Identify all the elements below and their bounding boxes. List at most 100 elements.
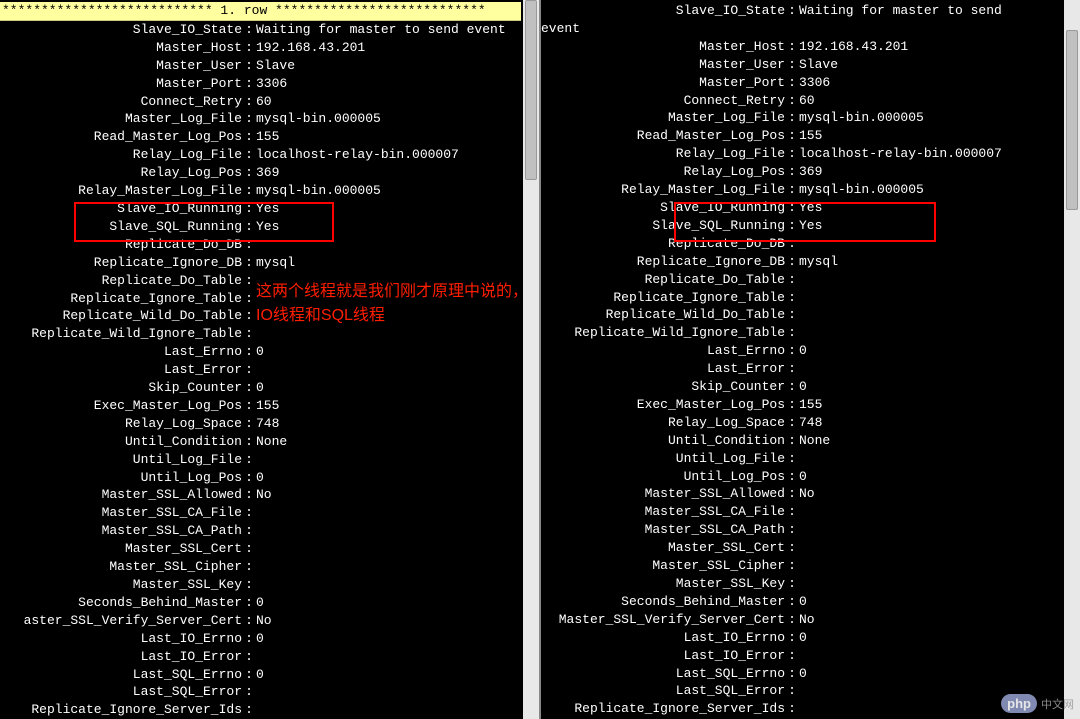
field-label: Replicate_Do_DB xyxy=(541,235,785,253)
field-label: Skip_Counter xyxy=(0,379,242,397)
field-value: mysql-bin.000005 xyxy=(256,182,521,200)
field-value: 369 xyxy=(799,163,1062,181)
status-line: Relay_Log_Pos:369 xyxy=(541,163,1062,181)
status-line: Until_Condition:None xyxy=(541,432,1062,450)
field-label: Slave_SQL_Running xyxy=(0,218,242,236)
field-value: 155 xyxy=(799,396,1062,414)
field-value: mysql xyxy=(799,253,1062,271)
field-value: 155 xyxy=(256,128,521,146)
field-value xyxy=(799,271,1062,289)
status-line: Replicate_Ignore_Table: xyxy=(541,289,1062,307)
status-line: Seconds_Behind_Master:0 xyxy=(541,593,1062,611)
field-label: Replicate_Ignore_DB xyxy=(541,253,785,271)
status-line: Until_Log_Pos:0 xyxy=(541,468,1062,486)
field-value xyxy=(799,450,1062,468)
field-label: Until_Condition xyxy=(0,433,242,451)
field-label: Master_SSL_Key xyxy=(0,576,242,594)
field-label: Master_SSL_Cipher xyxy=(0,558,242,576)
field-value xyxy=(256,504,521,522)
field-label: Master_Log_File xyxy=(541,109,785,127)
field-label: Last_SQL_Error xyxy=(0,683,242,701)
field-label: Last_Error xyxy=(541,360,785,378)
field-value xyxy=(799,360,1062,378)
field-label: Slave_IO_Running xyxy=(541,199,785,217)
field-value xyxy=(256,540,521,558)
field-label: Until_Log_File xyxy=(0,451,242,469)
field-label: Read_Master_Log_Pos xyxy=(541,127,785,145)
field-value: 0 xyxy=(256,343,521,361)
field-label: Relay_Master_Log_File xyxy=(0,182,242,200)
field-label: Replicate_Ignore_Table xyxy=(0,290,242,308)
status-line: Relay_Log_Space:748 xyxy=(0,415,521,433)
status-line: aster_SSL_Verify_Server_Cert:No xyxy=(0,612,521,630)
status-line: Read_Master_Log_Pos:155 xyxy=(541,127,1062,145)
field-value xyxy=(799,289,1062,307)
field-label: Slave_IO_State xyxy=(0,21,242,39)
field-label: Master_SSL_Cert xyxy=(541,539,785,557)
status-line: Exec_Master_Log_Pos:155 xyxy=(541,396,1062,414)
field-label: Master_SSL_Allowed xyxy=(541,485,785,503)
field-value: 192.168.43.201 xyxy=(799,38,1062,56)
field-value: 0 xyxy=(256,594,521,612)
field-label: Exec_Master_Log_Pos xyxy=(0,397,242,415)
status-line: Master_SSL_Key: xyxy=(541,575,1062,593)
status-line: Last_SQL_Errno:0 xyxy=(0,666,521,684)
field-label: Relay_Log_Space xyxy=(541,414,785,432)
field-value: mysql-bin.000005 xyxy=(256,110,521,128)
field-label: Master_Host xyxy=(0,39,242,57)
field-label: Relay_Log_File xyxy=(0,146,242,164)
php-badge-icon: php xyxy=(1001,694,1037,713)
field-value: 748 xyxy=(256,415,521,433)
left-terminal-pane: *************************** 1. row *****… xyxy=(0,0,541,719)
field-label: Last_SQL_Errno xyxy=(0,666,242,684)
status-line: Slave_IO_State:Waiting for master to sen… xyxy=(541,2,1062,20)
field-value: 0 xyxy=(799,593,1062,611)
field-label: Replicate_Wild_Do_Table xyxy=(0,307,242,325)
field-label: Last_SQL_Error xyxy=(541,682,785,700)
field-label: Master_SSL_Allowed xyxy=(0,486,242,504)
status-line: Master_Log_File:mysql-bin.000005 xyxy=(541,109,1062,127)
field-value xyxy=(256,576,521,594)
field-label: Connect_Retry xyxy=(541,92,785,110)
field-value xyxy=(799,235,1062,253)
scrollbar-thumb[interactable] xyxy=(525,0,537,180)
watermark: php 中文网 xyxy=(1001,694,1074,713)
field-value xyxy=(256,361,521,379)
field-label: Seconds_Behind_Master xyxy=(541,593,785,611)
field-label: Until_Log_Pos xyxy=(0,469,242,487)
status-line: Relay_Log_File:localhost-relay-bin.00000… xyxy=(0,146,521,164)
status-line: Connect_Retry:60 xyxy=(0,93,521,111)
status-line: Last_IO_Errno:0 xyxy=(541,629,1062,647)
right-scrollbar[interactable] xyxy=(1064,0,1080,719)
status-line: Master_SSL_Cipher: xyxy=(0,558,521,576)
status-line: Master_SSL_CA_Path: xyxy=(541,521,1062,539)
field-label: Relay_Log_Space xyxy=(0,415,242,433)
field-value xyxy=(256,701,521,719)
watermark-text: 中文网 xyxy=(1041,696,1074,712)
field-value: None xyxy=(799,432,1062,450)
status-line: Master_Port:3306 xyxy=(0,75,521,93)
field-value: 155 xyxy=(799,127,1062,145)
left-scrollbar[interactable] xyxy=(523,0,539,719)
field-value: 192.168.43.201 xyxy=(256,39,521,57)
field-value xyxy=(799,306,1062,324)
field-label: Relay_Log_File xyxy=(541,145,785,163)
status-line: Skip_Counter:0 xyxy=(541,378,1062,396)
status-line: Master_SSL_CA_File: xyxy=(0,504,521,522)
status-line: Last_SQL_Error: xyxy=(0,683,521,701)
field-label: Replicate_Ignore_Table xyxy=(541,289,785,307)
field-label: Replicate_Ignore_DB xyxy=(0,254,242,272)
status-line: Last_Errno:0 xyxy=(0,343,521,361)
status-line: Slave_IO_Running:Yes xyxy=(541,199,1062,217)
status-line: Master_SSL_Allowed:No xyxy=(0,486,521,504)
field-label: Seconds_Behind_Master xyxy=(0,594,242,612)
status-line: Until_Condition:None xyxy=(0,433,521,451)
field-value: 60 xyxy=(799,92,1062,110)
field-value: 0 xyxy=(799,378,1062,396)
field-label: Last_IO_Error xyxy=(0,648,242,666)
field-label: Master_SSL_Cert xyxy=(0,540,242,558)
scrollbar-thumb[interactable] xyxy=(1066,30,1078,210)
status-line: Master_Log_File:mysql-bin.000005 xyxy=(0,110,521,128)
right-terminal-pane: Slave_IO_State:Waiting for master to sen… xyxy=(541,0,1080,719)
status-line: Master_SSL_Key: xyxy=(0,576,521,594)
